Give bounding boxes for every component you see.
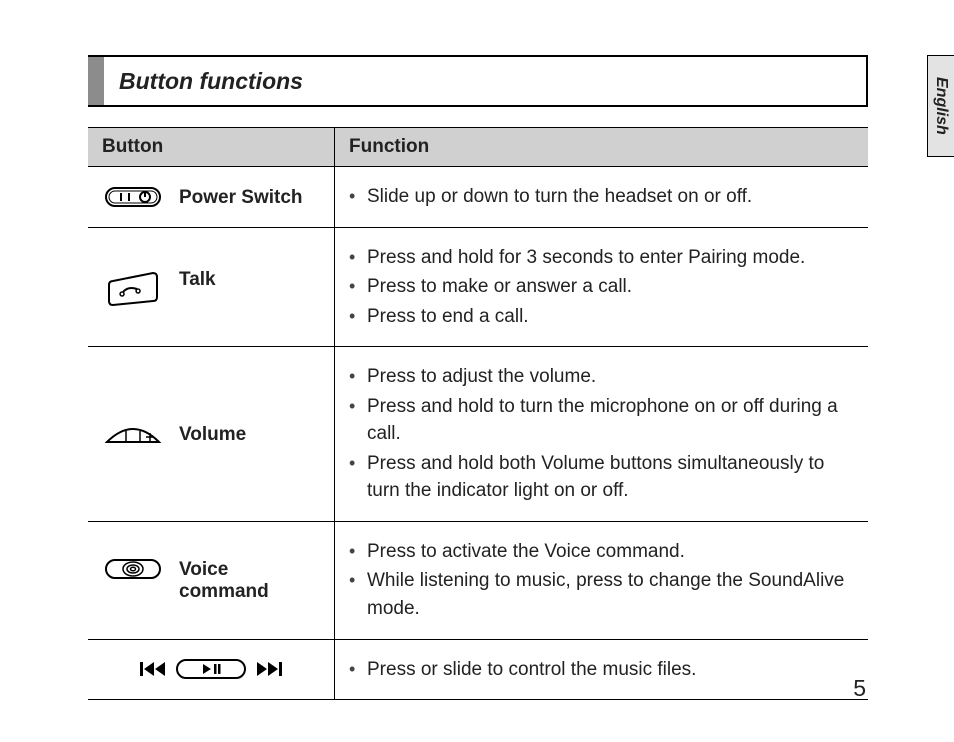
table-row: Press or slide to control the music file… [88,639,868,700]
function-item: While listening to music, press to chang… [349,567,854,622]
button-label: Talk [179,269,320,291]
button-label: Voice command [179,559,320,603]
button-label: Volume [179,424,320,446]
page-body: Button functions Button Function [88,55,868,700]
table-row: Talk Press and hold for 3 seconds to ent… [88,227,868,347]
button-label: Power Switch [179,187,320,209]
power-switch-icon [102,185,164,209]
talk-button-icon [102,267,164,307]
page-number: 5 [853,675,866,702]
function-item: Press to end a call. [349,303,854,331]
function-item: Press or slide to control the music file… [349,656,854,684]
language-tab-label: English [932,77,950,135]
table-row: Voice command Press to activate the Voic… [88,521,868,639]
table-row: Power Switch Slide up or down to turn th… [88,167,868,228]
section-title: Button functions [119,68,303,95]
button-functions-table: Button Function [88,127,868,700]
prev-track-icon [140,661,166,677]
voice-command-icon [102,557,164,581]
function-item: Slide up or down to turn the headset on … [349,183,854,211]
function-item: Press and hold for 3 seconds to enter Pa… [349,244,854,272]
section-header: Button functions [88,55,868,107]
th-button: Button [88,128,335,167]
function-item: Press to activate the Voice command. [349,538,854,566]
next-track-icon [256,661,282,677]
th-function: Function [335,128,869,167]
function-item: Press and hold both Volume buttons simul… [349,450,854,505]
volume-button-icon [102,422,164,446]
play-pause-slider-icon [176,658,246,680]
function-item: Press and hold to turn the microphone on… [349,393,854,448]
section-accent [88,57,104,105]
function-item: Press to make or answer a call. [349,273,854,301]
language-tab: English [927,55,954,157]
function-item: Press to adjust the volume. [349,363,854,391]
table-row: Volume Press to adjust the volume. Press… [88,347,868,522]
